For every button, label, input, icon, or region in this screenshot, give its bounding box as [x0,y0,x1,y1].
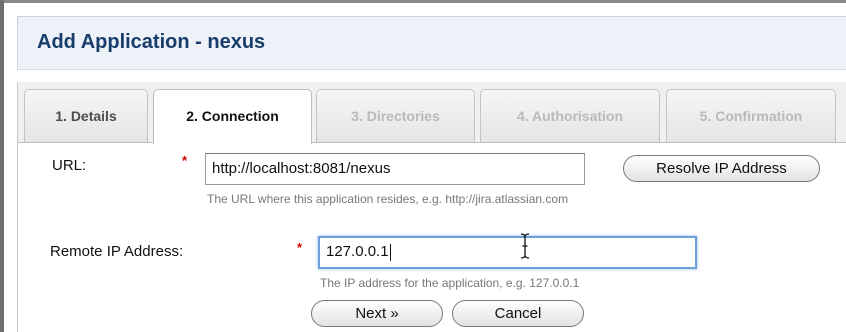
remote-ip-hint: The IP address for the application, e.g.… [320,276,580,290]
window-top-border [0,0,846,3]
tab-authorisation: 4. Authorisation [480,89,660,143]
url-input[interactable]: http://localhost:8081/nexus [205,153,585,185]
url-hint: The URL where this application resides, … [207,192,569,206]
text-ibeam-cursor-icon [520,233,530,259]
tab-details[interactable]: 1. Details [24,89,148,143]
url-required-marker: * [182,153,188,168]
remote-ip-input[interactable]: 127.0.0.1 [318,236,697,269]
next-button[interactable]: Next » [311,300,443,327]
tab-directories: 3. Directories [316,89,475,143]
tab-connection[interactable]: 2. Connection [153,89,312,144]
page-header: Add Application - nexus [17,16,846,70]
tab-confirmation: 5. Confirmation [666,89,836,143]
resolve-ip-address-button[interactable]: Resolve IP Address [623,155,820,182]
remote-ip-value: 127.0.0.1 [326,243,389,260]
remote-ip-label: Remote IP Address: [50,243,184,260]
cancel-button[interactable]: Cancel [452,300,584,327]
window-left-border [0,0,4,332]
remote-ip-required-marker: * [297,240,303,255]
page-title: Add Application - nexus [37,31,266,53]
text-caret [389,243,391,261]
url-label: URL: [52,157,87,174]
